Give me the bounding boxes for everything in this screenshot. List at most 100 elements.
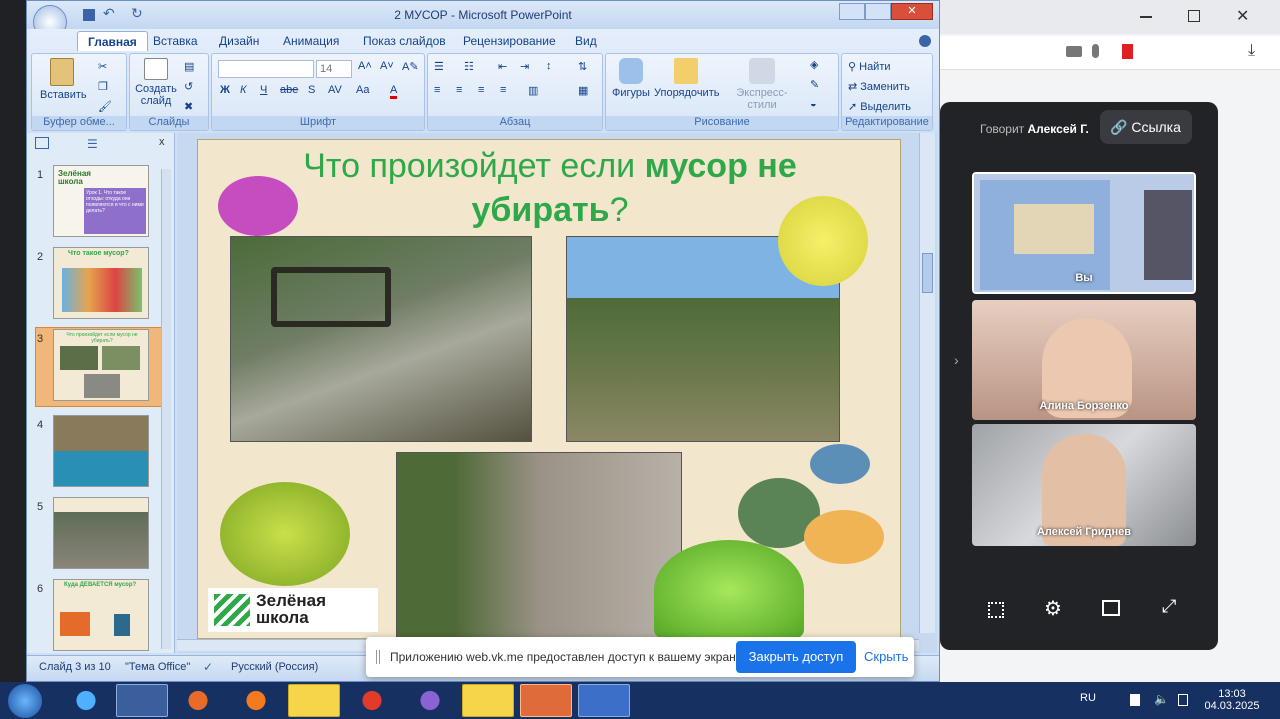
replace-button[interactable]: ⇄ Заменить: [848, 80, 910, 93]
select-button[interactable]: ➚ Выделить: [848, 100, 911, 113]
fullscreen-icon[interactable]: ⤢: [1162, 596, 1176, 617]
tab-animation[interactable]: Анимация: [273, 31, 349, 51]
help-icon[interactable]: [919, 35, 931, 47]
flag-icon[interactable]: [1178, 694, 1188, 706]
slide-thumb-2[interactable]: Что такое мусор?: [53, 247, 149, 319]
volume-icon[interactable]: 🔈: [1154, 692, 1169, 706]
format-painter-icon[interactable]: 🖌: [98, 100, 112, 113]
yandex-icon[interactable]: [346, 684, 398, 717]
browser-address-bar[interactable]: ⤓: [940, 36, 1280, 70]
shrink-font-icon[interactable]: A˅: [380, 60, 394, 72]
shapes-button[interactable]: Фигуры: [610, 58, 652, 99]
reset-icon[interactable]: ↺: [184, 80, 193, 93]
word-icon[interactable]: [578, 684, 630, 717]
clear-format-icon[interactable]: A✎: [402, 60, 419, 73]
panel-scrollbar[interactable]: [161, 169, 171, 649]
outdent-icon[interactable]: ⇥: [520, 60, 529, 73]
explorer-icon[interactable]: [116, 684, 168, 717]
spacing-button[interactable]: AV: [328, 84, 342, 96]
create-slide-button[interactable]: Создать слайд: [134, 58, 178, 107]
close-button[interactable]: ✕: [891, 3, 933, 20]
stop-sharing-button[interactable]: Закрыть доступ: [736, 641, 856, 673]
outline-tab-icon[interactable]: ☰: [87, 137, 98, 151]
maximize-icon[interactable]: [1188, 10, 1200, 22]
mic-icon[interactable]: [1092, 44, 1099, 58]
arrange-button[interactable]: Упорядочить: [654, 58, 719, 99]
font-color-button[interactable]: A: [390, 84, 398, 99]
shape-outline-icon[interactable]: ✎: [810, 78, 819, 91]
font-size-select[interactable]: 14: [316, 60, 352, 78]
yandex-browser-icon[interactable]: [288, 684, 340, 717]
minimize-icon[interactable]: [1140, 16, 1152, 18]
smartart-icon[interactable]: ▦: [578, 84, 588, 97]
firefox-icon[interactable]: [230, 684, 282, 717]
bold-button[interactable]: Ж: [220, 84, 230, 96]
indent-icon[interactable]: ⇤: [498, 60, 507, 73]
align-left-icon[interactable]: ≡: [434, 84, 440, 96]
drag-handle-icon[interactable]: [376, 650, 380, 664]
powerpoint-icon[interactable]: [520, 684, 572, 717]
slide-thumb-4[interactable]: [53, 415, 149, 487]
scroll-thumb[interactable]: [922, 253, 933, 293]
status-language[interactable]: Русский (Россия): [231, 661, 318, 673]
slide-thumb-5[interactable]: [53, 497, 149, 569]
quick-styles-button[interactable]: Экспресс-стили: [722, 58, 802, 111]
yandex-browser-2-icon[interactable]: [462, 684, 514, 717]
vs-icon[interactable]: [404, 684, 456, 717]
participant-you-video[interactable]: Вы: [972, 172, 1196, 294]
pip-icon[interactable]: [1102, 600, 1120, 616]
bookmark-icon[interactable]: [1122, 44, 1133, 59]
link-button[interactable]: 🔗 Ссылка: [1100, 110, 1192, 144]
grow-font-icon[interactable]: A˄: [358, 60, 372, 72]
paste-button[interactable]: Вставить: [40, 58, 87, 101]
slides-tab-icon[interactable]: [35, 137, 49, 149]
download-icon[interactable]: ⤓: [1248, 42, 1255, 60]
tab-view[interactable]: Вид: [565, 31, 607, 51]
delete-slide-icon[interactable]: ✖: [184, 100, 193, 113]
strikethrough-button[interactable]: abe: [280, 84, 298, 96]
start-button[interactable]: [8, 684, 42, 718]
tab-design[interactable]: Дизайн: [209, 31, 269, 51]
shape-effects-icon[interactable]: ◒: [810, 98, 817, 110]
language-indicator[interactable]: RU: [1080, 692, 1096, 704]
find-button[interactable]: ⚲ Найти: [848, 60, 891, 73]
participant-alina-video[interactable]: Алина Борзенко: [972, 300, 1196, 420]
slide-thumb-6[interactable]: Куда ДЕВАЕТСЯ мусор?: [53, 579, 149, 651]
settings-icon[interactable]: ⚙: [1044, 596, 1062, 621]
bullets-icon[interactable]: ☰: [434, 60, 444, 73]
cut-icon[interactable]: ✂: [98, 60, 107, 73]
tab-slideshow[interactable]: Показ слайдов: [353, 31, 456, 51]
grid-layout-icon[interactable]: [988, 602, 1004, 618]
slide-thumb-3[interactable]: Что произойдет если мусор не убирать?: [53, 329, 149, 401]
italic-button[interactable]: К: [240, 84, 246, 96]
network-icon[interactable]: [1130, 694, 1140, 706]
tab-home[interactable]: Главная: [77, 31, 148, 51]
minimize-button[interactable]: [839, 3, 865, 20]
vertical-scrollbar[interactable]: [919, 133, 935, 633]
layout-icon[interactable]: ▤: [184, 60, 194, 73]
shadow-button[interactable]: S: [308, 84, 315, 96]
clock[interactable]: 13:03 04.03.2025: [1204, 688, 1260, 712]
tab-review[interactable]: Рецензирование: [453, 31, 566, 51]
spellcheck-icon[interactable]: ✓: [203, 660, 213, 674]
copy-icon[interactable]: ❐: [98, 80, 108, 93]
align-right-icon[interactable]: ≡: [478, 84, 484, 96]
media-icon[interactable]: [172, 684, 224, 717]
restore-button[interactable]: [865, 3, 891, 20]
tab-insert[interactable]: Вставка: [143, 31, 208, 51]
justify-icon[interactable]: ≡: [500, 84, 506, 96]
line-spacing-icon[interactable]: ↕: [546, 60, 552, 72]
slide-thumb-1[interactable]: Зелёная школа Урок 1. Что такое отходы: …: [53, 165, 149, 237]
numbering-icon[interactable]: ☷: [464, 60, 474, 73]
close-icon[interactable]: ✕: [1236, 6, 1249, 26]
prev-arrow-icon[interactable]: ›: [954, 352, 959, 368]
text-direction-icon[interactable]: ⇅: [578, 60, 587, 73]
font-name-select[interactable]: [218, 60, 314, 78]
ie-icon[interactable]: [60, 684, 112, 717]
hide-button[interactable]: Скрыть: [864, 649, 908, 664]
camera-icon[interactable]: [1066, 46, 1082, 57]
participant-aleksey-video[interactable]: Алексей Гриднев: [972, 424, 1196, 546]
close-panel-icon[interactable]: x: [159, 136, 165, 148]
shape-fill-icon[interactable]: ◈: [810, 58, 818, 71]
case-button[interactable]: Aa: [356, 84, 369, 96]
